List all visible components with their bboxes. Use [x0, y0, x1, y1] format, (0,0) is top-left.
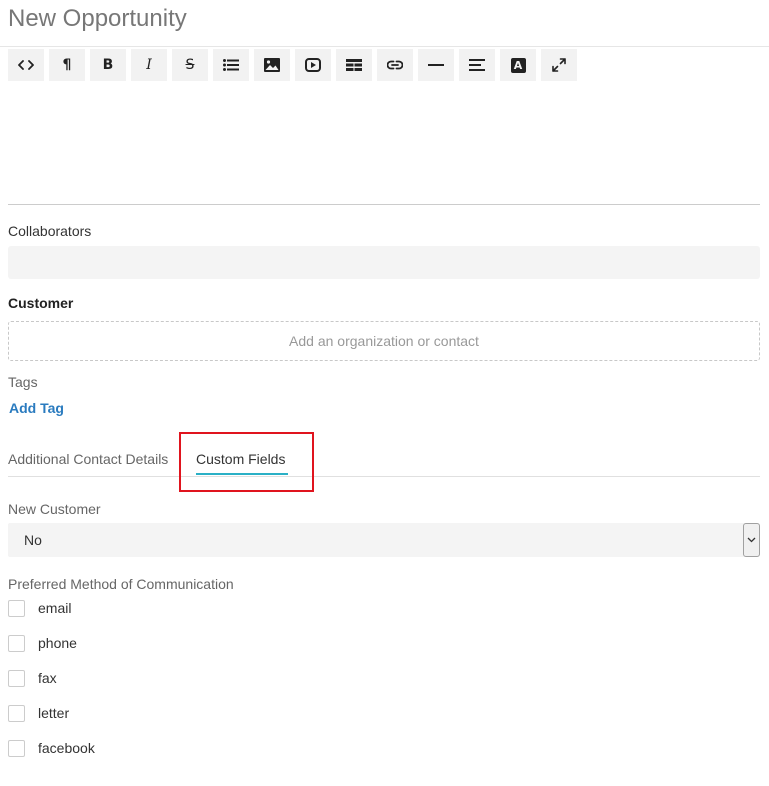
strikethrough-button[interactable]: S — [172, 49, 208, 81]
collaborators-input[interactable] — [8, 246, 760, 279]
add-tag-link[interactable]: Add Tag — [9, 399, 64, 417]
checkbox[interactable] — [8, 599, 25, 617]
details-tabs: Additional Contact Details Custom Fields — [8, 440, 760, 477]
active-tab-indicator — [196, 473, 288, 475]
bold-button[interactable]: B — [90, 49, 126, 81]
link-icon — [387, 60, 403, 70]
strikethrough-icon: S — [185, 57, 195, 73]
code-view-icon — [18, 59, 34, 71]
image-button[interactable] — [254, 49, 290, 81]
new-customer-selected-value: No — [24, 532, 42, 548]
checkbox-option-fax[interactable]: fax — [8, 668, 57, 688]
align-button[interactable] — [459, 49, 495, 81]
link-button[interactable] — [377, 49, 413, 81]
video-button[interactable] — [295, 49, 331, 81]
checkbox-label: email — [38, 600, 72, 616]
table-icon — [346, 59, 362, 71]
paragraph-icon: ¶ — [62, 57, 72, 73]
tab-custom-fields[interactable]: Custom Fields — [196, 450, 285, 468]
bold-icon: B — [102, 57, 114, 73]
horizontal-rule-button[interactable] — [418, 49, 454, 81]
checkbox-label: letter — [38, 705, 70, 721]
checkbox[interactable] — [8, 634, 25, 652]
unordered-list-button[interactable] — [213, 49, 249, 81]
chevron-down-icon[interactable] — [743, 523, 760, 557]
tab-additional-contact-details[interactable]: Additional Contact Details — [8, 450, 168, 468]
checkbox-option-phone[interactable]: phone — [8, 633, 77, 653]
italic-button[interactable]: I — [131, 49, 167, 81]
customer-label: Customer — [8, 295, 74, 311]
image-icon — [264, 58, 280, 72]
new-customer-select[interactable]: No — [8, 523, 760, 557]
checkbox-label: facebook — [38, 740, 95, 756]
checkbox-label: phone — [38, 635, 77, 651]
checkbox-label: fax — [38, 670, 57, 686]
video-icon — [305, 58, 321, 72]
align-icon — [469, 59, 485, 71]
tags-label: Tags — [8, 374, 38, 390]
fullscreen-button[interactable] — [541, 49, 577, 81]
checkbox[interactable] — [8, 704, 25, 722]
checkbox-option-letter[interactable]: letter — [8, 703, 69, 723]
title-divider — [0, 46, 769, 47]
communication-label: Preferred Method of Communication — [8, 576, 234, 592]
new-customer-label: New Customer — [8, 501, 101, 517]
checkbox[interactable] — [8, 669, 25, 687]
unordered-list-icon — [223, 59, 239, 71]
checkbox[interactable] — [8, 739, 25, 757]
paragraph-button[interactable]: ¶ — [49, 49, 85, 81]
collaborators-label: Collaborators — [8, 223, 92, 239]
font-color-button[interactable]: A — [500, 49, 536, 81]
code-view-button[interactable] — [8, 49, 44, 81]
editor-toolbar: ¶ B I S A — [8, 49, 577, 81]
horizontal-rule-icon — [428, 63, 444, 67]
font-color-icon: A — [510, 57, 526, 73]
customer-picker[interactable]: Add an organization or contact — [8, 321, 760, 361]
page-title: New Opportunity — [8, 5, 187, 32]
italic-icon: I — [146, 57, 152, 73]
fullscreen-icon — [552, 58, 566, 72]
checkbox-option-facebook[interactable]: facebook — [8, 738, 95, 758]
customer-placeholder: Add an organization or contact — [289, 333, 479, 349]
table-button[interactable] — [336, 49, 372, 81]
checkbox-option-email[interactable]: email — [8, 598, 71, 618]
rich-text-editor[interactable] — [8, 84, 760, 205]
